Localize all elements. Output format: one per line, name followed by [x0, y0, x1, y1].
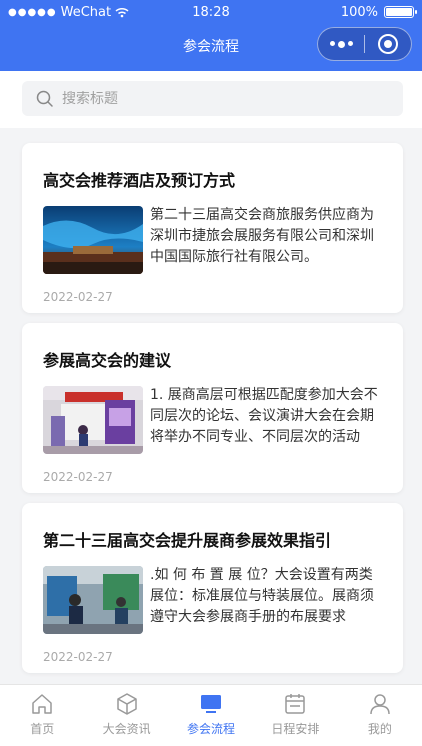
tab-label: 日程安排	[271, 722, 320, 736]
tab-label: 参会流程	[187, 722, 236, 736]
article-thumbnail	[43, 566, 143, 634]
tab-mine[interactable]: 我的	[338, 685, 422, 746]
article-title: 第二十三届高交会提升展商参展效果指引	[43, 531, 332, 550]
article-date: 2022-02-27	[43, 650, 113, 664]
search-box[interactable]	[22, 81, 403, 116]
article-title: 高交会推荐酒店及预订方式	[43, 171, 236, 190]
tab-label: 大会资讯	[102, 722, 151, 736]
status-time: 18:28	[192, 4, 230, 20]
monitor-icon	[201, 695, 222, 713]
tab-news[interactable]: 大会资讯	[84, 685, 168, 746]
bottom-tab-bar: 首页 大会资讯 参会流程 日程安排 我的	[0, 684, 422, 746]
article-card[interactable]: 参展高交会的建议 1. 展商高层可根据匹配度参加大会不同层次的论坛、会议演讲大会…	[22, 323, 403, 493]
article-card[interactable]: 高交会推荐酒店及预订方式 第二十三届高交会商旅服务供应商为深圳市捷旅会展服务有限…	[22, 143, 403, 313]
mini-program-capsule	[317, 27, 412, 61]
status-bar: ●●●●● WeChat 18:28 100%	[0, 0, 422, 24]
more-dots-icon	[329, 40, 353, 48]
top-bar: ●●●●● WeChat 18:28 100% 参会流程	[0, 0, 422, 71]
battery-icon	[384, 6, 417, 18]
search-icon	[36, 90, 53, 107]
more-button[interactable]	[318, 28, 364, 60]
calendar-icon	[285, 694, 306, 714]
close-miniprogram-button[interactable]	[365, 28, 411, 60]
tab-label: 我的	[367, 722, 392, 736]
article-thumbnail	[43, 386, 143, 454]
article-date: 2022-02-27	[43, 290, 113, 304]
article-title: 参展高交会的建议	[43, 351, 172, 370]
tab-process[interactable]: 参会流程	[169, 685, 253, 746]
user-icon	[370, 694, 390, 715]
tab-schedule[interactable]: 日程安排	[253, 685, 337, 746]
article-card[interactable]: 第二十三届高交会提升展商参展效果指引 .如 何 布 置 展 位？大会设置有两类展…	[22, 503, 403, 673]
article-date: 2022-02-27	[43, 470, 113, 484]
article-summary: 第二十三届高交会商旅服务供应商为深圳市捷旅会展服务有限公司和深圳中国国际旅行社有…	[150, 207, 374, 265]
article-summary: .如 何 布 置 展 位？大会设置有两类展位：标准展位与特装展位。展商须遵守大会…	[150, 567, 374, 625]
search-input[interactable]	[62, 90, 362, 107]
stage-photo-image	[43, 206, 143, 274]
article-thumbnail	[43, 206, 143, 274]
exhibition-photo-image	[43, 566, 143, 634]
home-icon	[32, 694, 52, 714]
article-summary: 1. 展商高层可根据匹配度参加大会不同层次的论坛、会议演讲大会在会期将举办不同专…	[150, 387, 378, 445]
cube-icon	[116, 693, 137, 715]
target-icon	[378, 34, 398, 54]
tab-label: 首页	[30, 722, 55, 736]
search-section	[0, 71, 422, 128]
booth-photo-image	[43, 386, 143, 454]
tab-home[interactable]: 首页	[0, 685, 84, 746]
